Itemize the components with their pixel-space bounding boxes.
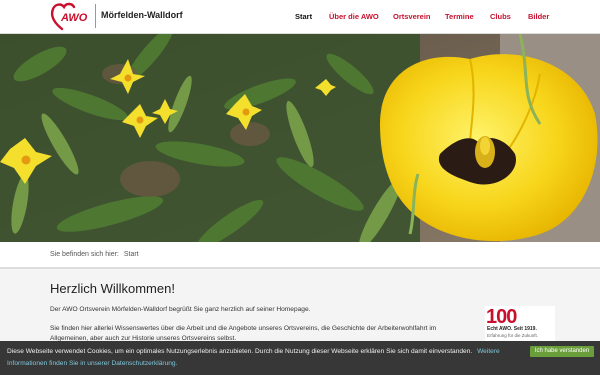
- badge-line-2: Erfahrung für die Zukunft.: [487, 333, 539, 338]
- nav-item-start[interactable]: Start: [295, 12, 312, 21]
- site-name: Mörfelden-Walldorf: [101, 10, 183, 20]
- awo-100-years-badge: 100 Echt AWO. Seit 1919. Erfahrung für d…: [485, 306, 555, 342]
- page-title: Herzlich Willkommen!: [50, 281, 175, 296]
- breadcrumb: Sie befinden sich hier: Start: [50, 251, 139, 258]
- cookie-notice: Diese Webseite verwendet Cookies, um ein…: [7, 348, 473, 355]
- nav-item-bilder[interactable]: Bilder: [528, 12, 549, 21]
- cookie-accept-button[interactable]: Ich habe verstanden: [530, 346, 594, 357]
- awo-heart-icon: AWO: [50, 2, 88, 31]
- nav-item-ortsverein[interactable]: Ortsverein: [393, 12, 431, 21]
- logo-divider: [95, 4, 96, 28]
- nav-item-clubs[interactable]: Clubs: [490, 12, 511, 21]
- site-header: AWO Mörfelden-Walldorf Start Über die AW…: [0, 0, 600, 34]
- badge-line-1: Echt AWO. Seit 1919.: [487, 326, 537, 332]
- breadcrumb-current[interactable]: Start: [124, 251, 139, 258]
- awo-logo[interactable]: AWO: [50, 2, 90, 32]
- logo-text: AWO: [60, 12, 88, 24]
- cookie-text-block: Diese Webseite verwendet Cookies, um ein…: [7, 346, 517, 370]
- breadcrumb-prefix: Sie befinden sich hier:: [50, 251, 119, 258]
- intro-text: Der AWO Ortsverein Mörfelden-Walldorf be…: [50, 306, 311, 313]
- hero-image: [0, 34, 600, 242]
- nav-item-termine[interactable]: Termine: [445, 12, 474, 21]
- nav-item-ueber-die-awo[interactable]: Über die AWO: [329, 12, 379, 21]
- cookie-banner: Diese Webseite verwendet Cookies, um ein…: [0, 341, 600, 375]
